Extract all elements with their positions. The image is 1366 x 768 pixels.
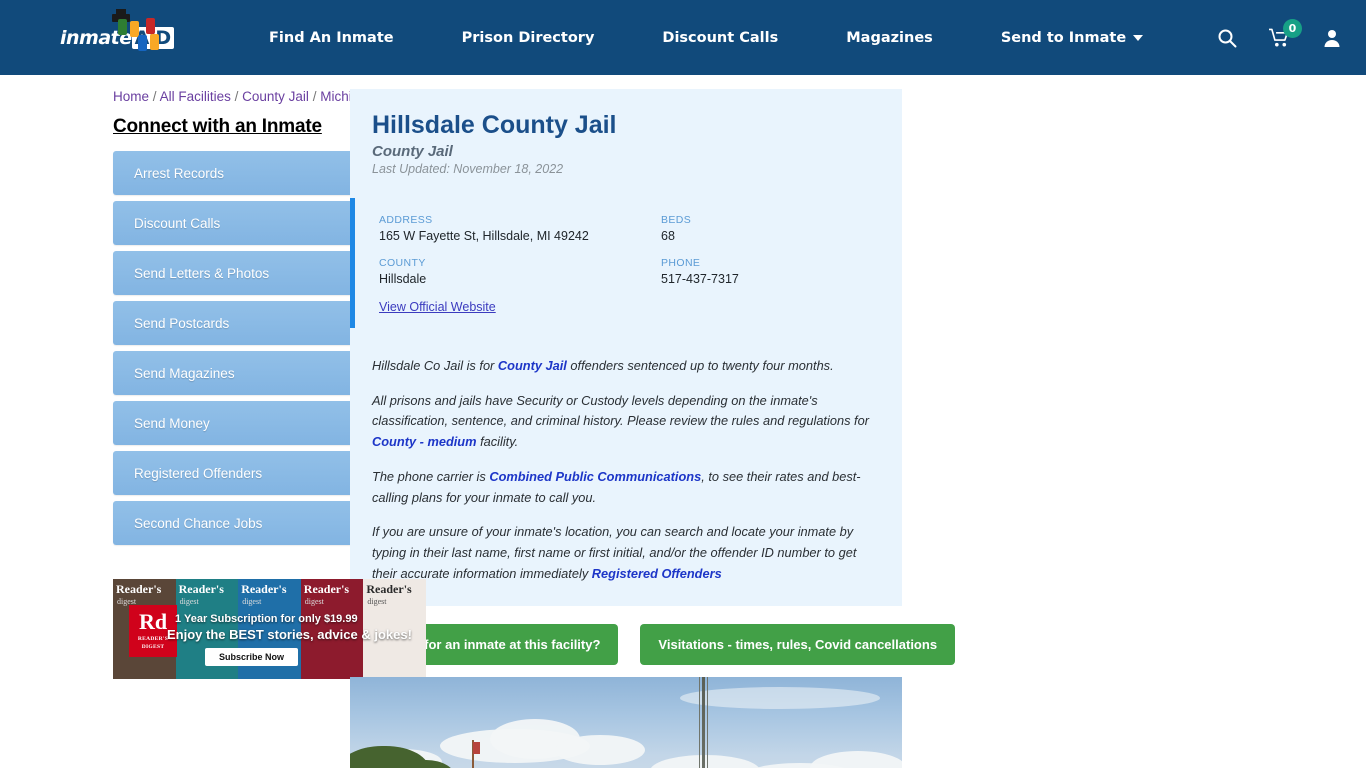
paragraph-1-text-a: Hillsdale Co Jail is for bbox=[372, 358, 498, 373]
nav-item-send-to-inmate-label: Send to Inmate bbox=[1000, 29, 1127, 46]
nav-item-magazines[interactable]: Magazines bbox=[812, 30, 967, 46]
ad-brand-sub: digest bbox=[367, 597, 387, 606]
address-value: 165 W Fayette St, Hillsdale, MI 49242 bbox=[379, 229, 589, 243]
ad-subscribe-button[interactable]: Subscribe Now bbox=[205, 648, 299, 666]
flagpole bbox=[472, 740, 480, 768]
nav-icon-group: 0 bbox=[1217, 18, 1342, 48]
cloud-shape bbox=[810, 751, 902, 768]
breadcrumb-item-all-facilities[interactable]: All Facilities bbox=[160, 89, 231, 104]
breadcrumb-item-home[interactable]: Home bbox=[113, 89, 149, 104]
ad-brand-text: Reader's bbox=[366, 582, 412, 596]
top-navbar: inmateAID Find An Inmate Prison Director… bbox=[0, 0, 1366, 75]
facility-paragraph-3: The phone carrier is Combined Public Com… bbox=[372, 467, 872, 508]
nav-item-prison-directory[interactable]: Prison Directory bbox=[428, 30, 629, 46]
beds-value: 68 bbox=[661, 229, 675, 243]
page-title: Hillsdale County Jail bbox=[372, 111, 617, 139]
facility-beds: BEDS 68 bbox=[661, 214, 901, 243]
facility-phone: PHONE 517-437-7317 bbox=[661, 257, 901, 286]
logo-figure-green-icon bbox=[118, 18, 127, 35]
phone-carrier-link[interactable]: Combined Public Communications bbox=[489, 469, 701, 484]
cart-icon[interactable]: 0 bbox=[1269, 18, 1302, 48]
facility-action-buttons: Looking for an inmate at this facility? … bbox=[350, 624, 956, 666]
facility-paragraph-1: Hillsdale Co Jail is for County Jail off… bbox=[372, 356, 872, 377]
cloud-shape bbox=[650, 755, 760, 768]
ad-brand-text: Reader's bbox=[116, 582, 162, 596]
ad-brand-sub: digest bbox=[242, 597, 262, 606]
last-updated-text: Last Updated: November 18, 2022 bbox=[372, 162, 564, 176]
chevron-down-icon bbox=[1133, 34, 1144, 41]
phone-label: PHONE bbox=[661, 257, 701, 269]
cloud-shape bbox=[555, 735, 645, 766]
facility-address: ADDRESS 165 W Fayette St, Hillsdale, MI … bbox=[379, 214, 661, 243]
sidebar-heading[interactable]: Connect with an Inmate bbox=[113, 116, 350, 138]
ad-brand-text: Reader's bbox=[178, 582, 224, 596]
facility-main-column: Hillsdale County Jail County Jail Last U… bbox=[350, 89, 956, 768]
facility-type: County Jail bbox=[372, 143, 453, 160]
county-medium-link[interactable]: County - medium bbox=[372, 434, 477, 449]
primary-nav: Find An Inmate Prison Directory Discount… bbox=[235, 30, 1191, 46]
view-official-website-link[interactable]: View Official Website bbox=[379, 300, 496, 314]
facility-paragraph-2: All prisons and jails have Security or C… bbox=[372, 391, 872, 453]
facility-info-column-right: BEDS 68 PHONE 517-437-7317 bbox=[661, 214, 901, 300]
paragraph-1-text-b: offenders sentenced up to twenty four mo… bbox=[566, 358, 834, 373]
visitations-button[interactable]: Visitations - times, rules, Covid cancel… bbox=[640, 624, 956, 666]
nav-item-discount-calls[interactable]: Discount Calls bbox=[628, 30, 812, 46]
user-icon[interactable] bbox=[1322, 28, 1342, 48]
paragraph-2-text-b: facility. bbox=[476, 434, 519, 450]
logo-figure-blue-icon bbox=[138, 34, 147, 51]
registered-offenders-link[interactable]: Registered Offenders bbox=[592, 566, 722, 581]
ad-brand-sub: digest bbox=[179, 597, 199, 606]
logo-figure-red-icon bbox=[146, 17, 155, 34]
breadcrumb-separator: / bbox=[152, 89, 157, 104]
nav-item-send-to-inmate[interactable]: Send to Inmate bbox=[967, 30, 1177, 46]
advertisement-banner[interactable]: Reader's digest Reader's digest Reader's… bbox=[113, 579, 426, 679]
ad-brand-text: Reader's bbox=[241, 582, 287, 596]
ad-brand-text: Reader's bbox=[303, 582, 350, 596]
logo-figure-yellow-icon bbox=[130, 20, 139, 37]
facility-header-card: Hillsdale County Jail County Jail Last U… bbox=[350, 89, 902, 346]
paragraph-2-text-a: All prisons and jails have Security or C… bbox=[372, 392, 869, 429]
page-body: Home / All Facilities / County Jail / Mi… bbox=[0, 75, 1366, 768]
beds-label: BEDS bbox=[661, 214, 692, 226]
ad-brand-sub: digest bbox=[304, 597, 324, 606]
search-icon[interactable] bbox=[1217, 28, 1237, 48]
ad-headline-1: 1 Year Subscription for only $19.99 bbox=[175, 613, 358, 625]
cloud-shape bbox=[680, 687, 880, 710]
county-label: COUNTY bbox=[379, 257, 426, 269]
paragraph-3-text-a: The phone carrier is bbox=[372, 468, 490, 484]
logo-figure-orange-icon bbox=[150, 33, 159, 50]
breadcrumb-item-county-jail[interactable]: County Jail bbox=[242, 89, 309, 104]
left-sidebar: Home / All Facilities / County Jail / Mi… bbox=[0, 89, 437, 768]
radio-tower bbox=[699, 677, 708, 768]
facility-photo bbox=[350, 677, 902, 768]
facility-paragraph-4: If you are unsure of your inmate's locat… bbox=[372, 522, 872, 584]
nav-item-find-an-inmate[interactable]: Find An Inmate bbox=[235, 30, 428, 46]
ad-headline-2: Enjoy the BEST stories, advice & jokes! bbox=[167, 627, 412, 642]
facility-info-block: ADDRESS 165 W Fayette St, Hillsdale, MI … bbox=[350, 198, 902, 328]
breadcrumb-separator: / bbox=[312, 89, 317, 104]
site-logo[interactable]: inmateAID bbox=[60, 8, 175, 59]
county-value: Hillsdale bbox=[379, 272, 427, 286]
county-jail-link[interactable]: County Jail bbox=[498, 358, 567, 373]
breadcrumb-separator: / bbox=[234, 89, 239, 104]
facility-info-column-left: ADDRESS 165 W Fayette St, Hillsdale, MI … bbox=[379, 214, 661, 300]
address-label: ADDRESS bbox=[379, 214, 433, 226]
facility-description: Hillsdale Co Jail is for County Jail off… bbox=[350, 346, 902, 607]
cart-count-badge: 0 bbox=[1283, 18, 1302, 38]
breadcrumb: Home / All Facilities / County Jail / Mi… bbox=[113, 89, 374, 104]
facility-county: COUNTY Hillsdale bbox=[379, 257, 661, 286]
ad-logo-mark: Rd bbox=[138, 609, 168, 635]
phone-value: 517-437-7317 bbox=[661, 272, 739, 286]
